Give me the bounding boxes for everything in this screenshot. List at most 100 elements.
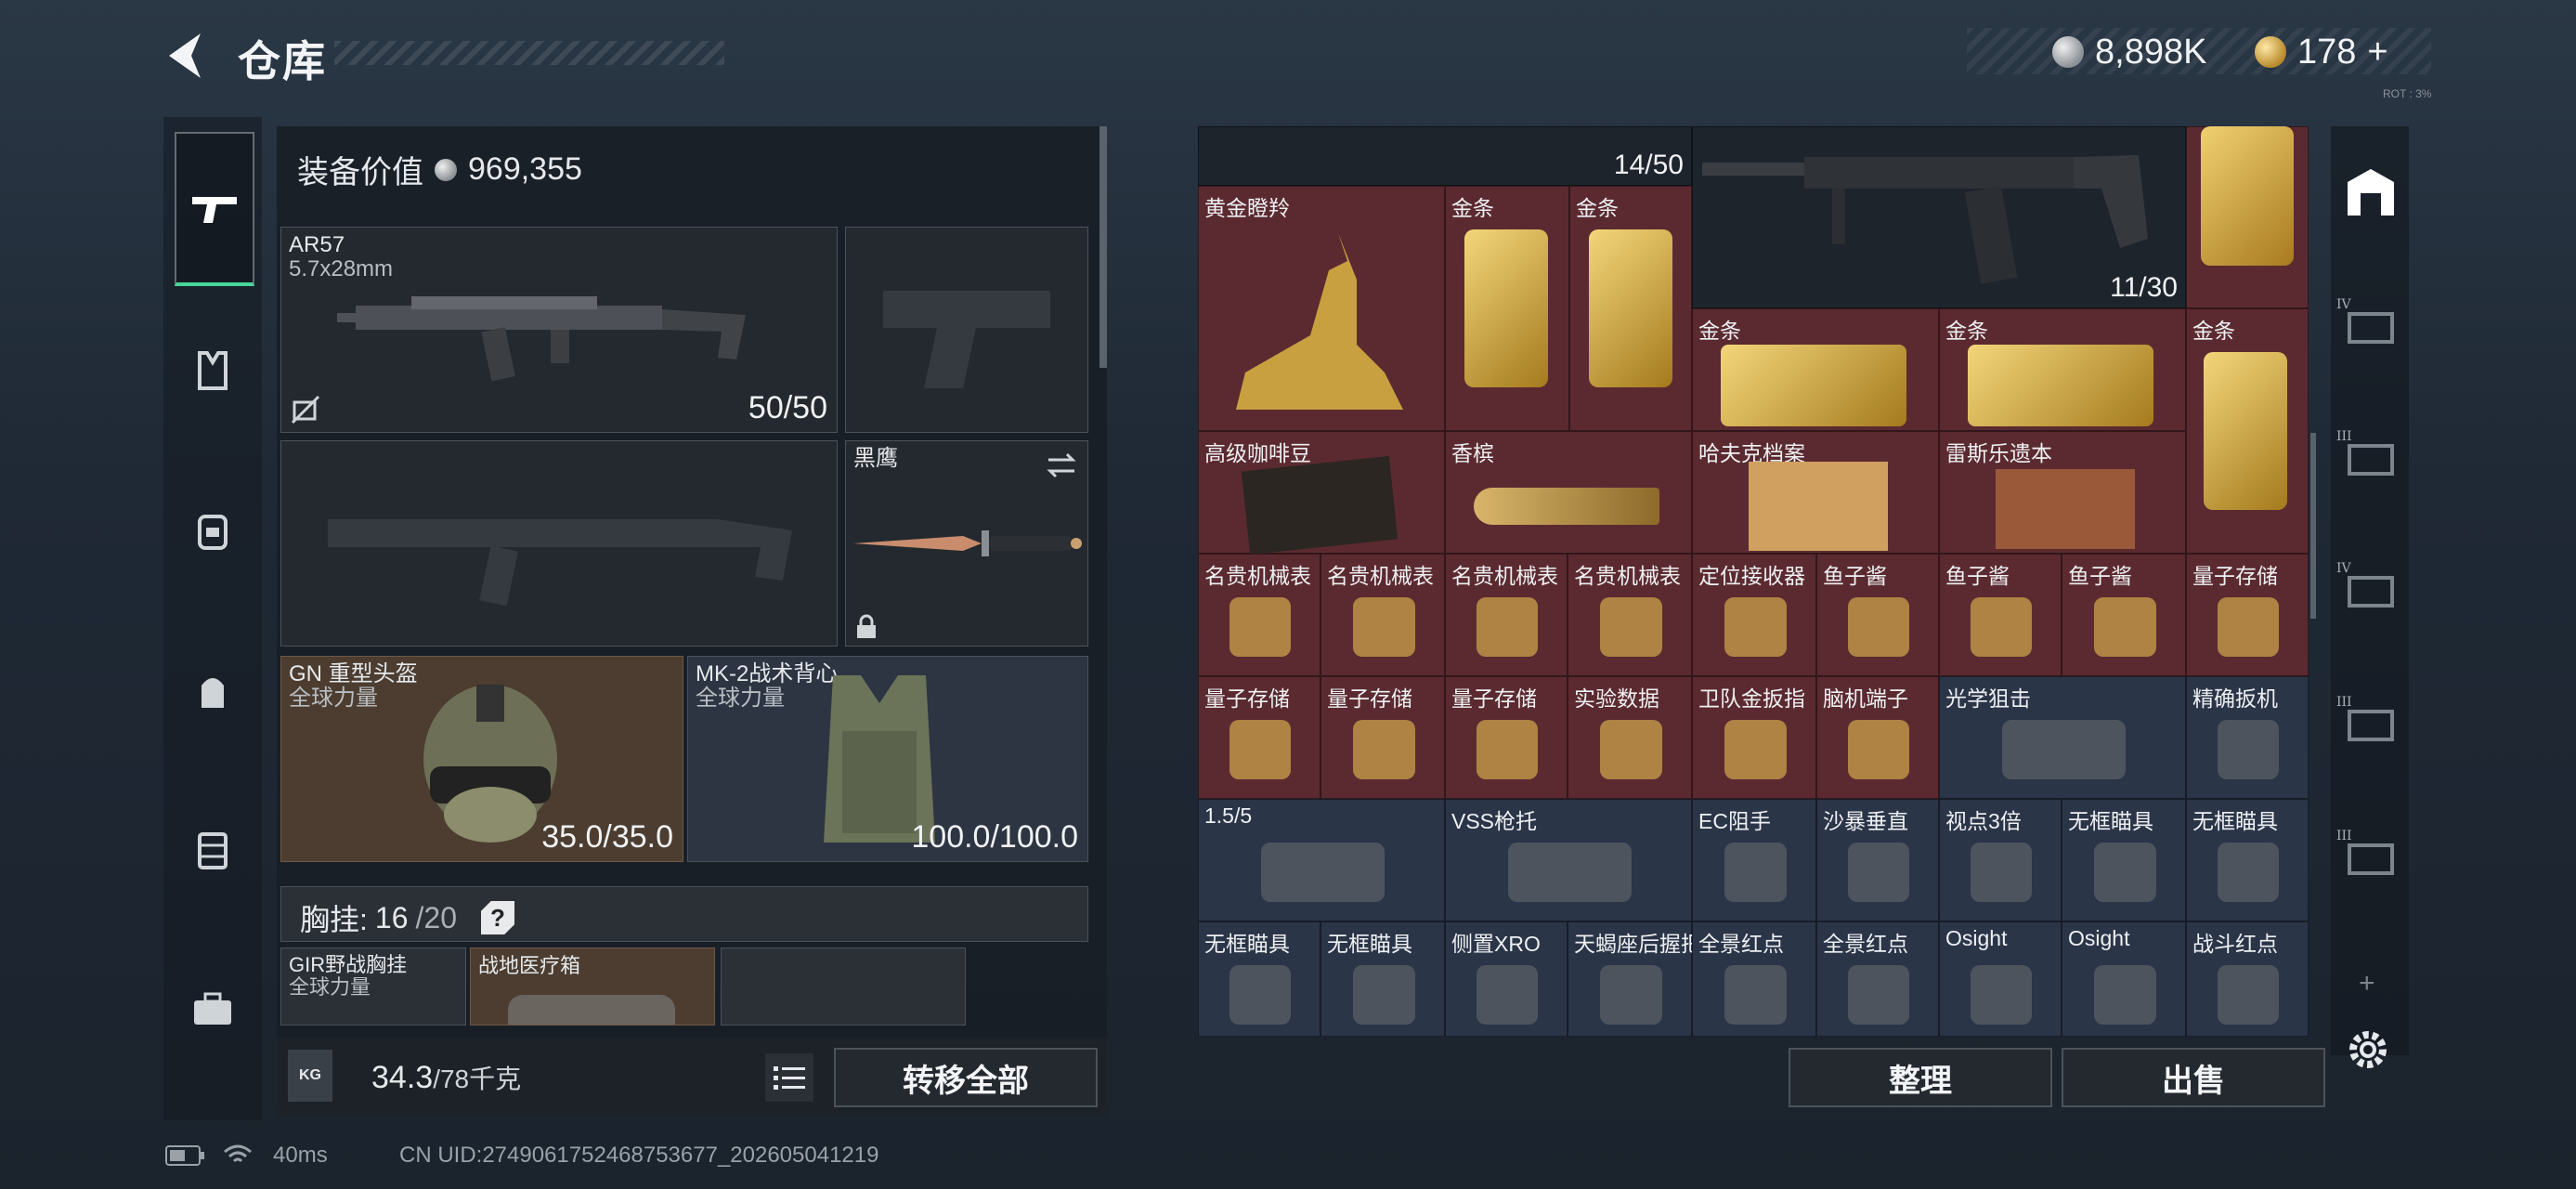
list-item[interactable]: 无框瞄具: [1321, 921, 1445, 1037]
list-item[interactable]: 天蝎座后握把: [1568, 921, 1702, 1037]
rig-item[interactable]: GIR野战胸挂 全球力量: [280, 947, 466, 1026]
weight-readout: 34.3/78千克: [371, 1059, 521, 1096]
item-image: [1724, 965, 1787, 1025]
currency-gold[interactable]: 178 +: [2255, 32, 2388, 72]
list-item[interactable]: 雷斯乐遗本: [1939, 431, 2186, 554]
storage-box-icon[interactable]: [2344, 431, 2398, 485]
grid-cell[interactable]: 14/50: [1198, 126, 1692, 186]
tab-container[interactable]: [178, 816, 247, 884]
list-item[interactable]: VSS枪托: [1445, 799, 1692, 921]
wifi-icon: [224, 1144, 252, 1163]
helmet-slot[interactable]: GN 重型头盔 全球力量 35.0/35.0: [280, 656, 683, 862]
list-item[interactable]: 金条: [1445, 186, 1569, 431]
add-currency-button[interactable]: +: [2367, 33, 2387, 72]
rig-item-name: GIR野战胸挂: [289, 953, 408, 976]
organize-button[interactable]: 整理: [1789, 1048, 2052, 1107]
list-item[interactable]: 精确扳机: [2186, 676, 2309, 799]
list-item[interactable]: 量子存储: [2186, 554, 2309, 676]
list-item[interactable]: 黄金瞪羚: [1198, 186, 1445, 431]
item-name: Osight: [2068, 926, 2130, 950]
gold-coin-icon: [2255, 36, 2286, 68]
list-item[interactable]: 全景红点: [1816, 921, 1939, 1037]
item-name: 金条: [1945, 319, 1988, 343]
list-item[interactable]: 战斗红点: [2186, 921, 2309, 1037]
list-item[interactable]: 1.5/5: [1198, 799, 1445, 921]
loadout-scrollbar[interactable]: [1099, 126, 1107, 368]
list-item[interactable]: 实验数据: [1568, 676, 1692, 799]
item-name: 卫队金扳指: [1698, 686, 1805, 711]
list-item[interactable]: 金条: [2186, 308, 2309, 554]
chest-rig-bar[interactable]: 胸挂: 16 /20 ?: [280, 886, 1088, 942]
list-item[interactable]: 脑机端子: [1816, 676, 1939, 799]
list-item[interactable]: 全景红点: [1692, 921, 1816, 1037]
warehouse-icon[interactable]: [2344, 165, 2398, 219]
armor-slot[interactable]: MK-2战术背心 全球力量 100.0/100.0: [687, 656, 1088, 862]
list-item[interactable]: 卫队金扳指: [1692, 676, 1816, 799]
add-storage-button[interactable]: +: [2359, 968, 2375, 1000]
list-item[interactable]: 定位接收器: [1692, 554, 1816, 676]
item-name: 光学狙击: [1945, 686, 2031, 711]
inventory-scrollbar[interactable]: [2310, 433, 2316, 619]
transfer-all-button[interactable]: 转移全部: [834, 1048, 1098, 1107]
list-item[interactable]: 鱼子酱: [2062, 554, 2186, 676]
list-item[interactable]: 金条: [1939, 308, 2186, 431]
list-item[interactable]: 无框瞄具: [2186, 799, 2309, 921]
rig-item-sub: 全球力量: [289, 975, 371, 999]
pistol-slot[interactable]: [845, 227, 1088, 433]
list-item[interactable]: 鱼子酱: [1939, 554, 2062, 676]
rifle-item[interactable]: 11/30: [1692, 126, 2186, 308]
list-item[interactable]: 光学狙击: [1939, 676, 2186, 799]
list-item[interactable]: 鱼子酱: [1816, 554, 1939, 676]
list-item[interactable]: 沙暴垂直: [1816, 799, 1939, 921]
storage-box-icon[interactable]: [2344, 563, 2398, 617]
tab-backpack[interactable]: [178, 496, 247, 565]
list-item[interactable]: 无框瞄具: [2062, 799, 2186, 921]
settings-gear-icon[interactable]: [2344, 1026, 2392, 1074]
primary-ammo-count: 50/50: [748, 390, 827, 425]
list-item[interactable]: 高级咖啡豆: [1198, 431, 1445, 555]
tab-armor[interactable]: [178, 336, 247, 405]
list-item[interactable]: 香槟: [1445, 431, 1692, 554]
tab-weapons[interactable]: [175, 132, 254, 286]
list-view-button[interactable]: [765, 1053, 813, 1102]
primary-weapon-slot[interactable]: AR57 5.7x28mm 50/50: [280, 227, 838, 433]
item-row: 1.5/5 VSS枪托 EC阻手 沙暴垂直 视点3倍 无框瞄具 无框瞄具: [1198, 799, 2309, 921]
rig-total: /20: [415, 900, 457, 934]
rig-item[interactable]: 战地医疗箱: [470, 947, 715, 1026]
rig-slot-empty[interactable]: [721, 947, 966, 1026]
storage-box-icon[interactable]: [2344, 830, 2398, 884]
item-name: 黄金瞪羚: [1204, 196, 1290, 220]
secondary-weapon-slot[interactable]: [280, 440, 838, 647]
list-item[interactable]: 量子存储: [1321, 676, 1445, 799]
list-item[interactable]: EC阻手: [1692, 799, 1816, 921]
coffee-bag-image: [1241, 455, 1399, 555]
list-item[interactable]: 名贵机械表: [1568, 554, 1692, 676]
swap-icon[interactable]: [1045, 452, 1078, 478]
item-image: [1848, 965, 1909, 1025]
storage-box-icon[interactable]: [2344, 697, 2398, 751]
storage-box-icon[interactable]: [2344, 299, 2398, 353]
item-image: [2094, 843, 2156, 902]
back-button[interactable]: [163, 30, 208, 82]
tab-case[interactable]: [178, 975, 247, 1044]
gold-bar-image: [1464, 229, 1548, 387]
list-item[interactable]: 无框瞄具: [1198, 921, 1321, 1037]
list-item[interactable]: 视点3倍: [1939, 799, 2062, 921]
sell-button[interactable]: 出售: [2062, 1048, 2325, 1107]
list-item[interactable]: 名贵机械表: [1321, 554, 1445, 676]
list-item[interactable]: Osight: [1939, 921, 2062, 1037]
list-item[interactable]: 侧置XRO: [1445, 921, 1568, 1037]
list-item[interactable]: Osight: [2062, 921, 2186, 1037]
list-item[interactable]: 名贵机械表: [1198, 554, 1321, 676]
list-item[interactable]: 量子存储: [1445, 676, 1568, 799]
melee-slot[interactable]: 黑鹰: [845, 440, 1088, 647]
list-item[interactable]: 名贵机械表: [1445, 554, 1568, 676]
item-image: [2094, 965, 2156, 1025]
list-item[interactable]: 金条: [1569, 186, 1692, 431]
container-icon: [198, 832, 228, 869]
list-item[interactable]: 量子存储: [1198, 676, 1321, 799]
list-item[interactable]: 哈夫克档案: [1692, 431, 1939, 554]
help-icon[interactable]: ?: [480, 901, 514, 934]
list-item[interactable]: 金条: [1692, 308, 1939, 431]
tab-pouch[interactable]: [178, 656, 247, 725]
